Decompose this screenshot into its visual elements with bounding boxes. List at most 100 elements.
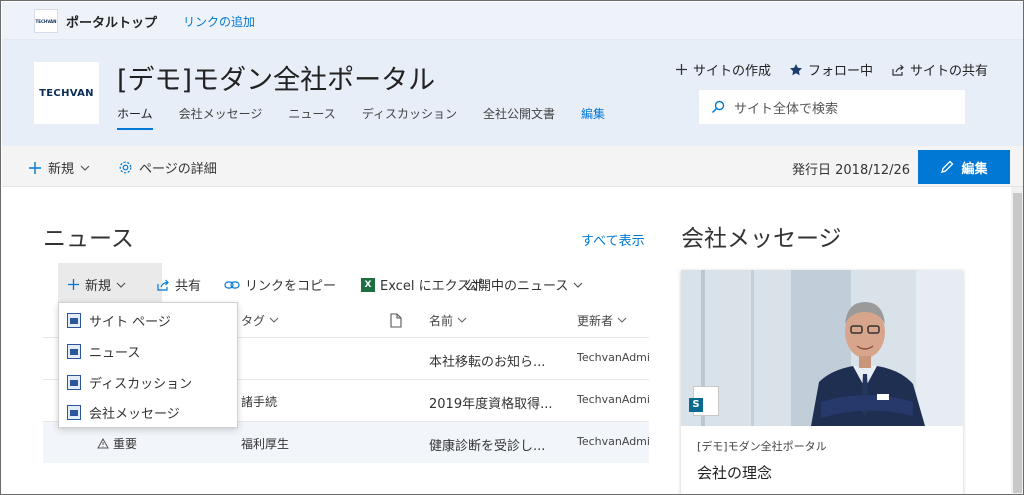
vertical-scrollbar[interactable] — [1011, 187, 1023, 494]
news-share-button[interactable]: 共有 — [156, 275, 201, 294]
menu-item-label: ニュース — [89, 345, 141, 361]
share-site-button[interactable]: サイトの共有 — [891, 60, 988, 79]
company-message-title: 会社メッセージ — [681, 226, 842, 252]
view-selector-label: 公開中のニュース — [465, 279, 569, 294]
published-date: 発行日 2018/12/26 — [792, 163, 911, 178]
pencil-icon — [940, 160, 954, 174]
nav-item-discussion[interactable]: ディスカッション — [362, 105, 457, 130]
menu-item-company-message[interactable]: 会社メッセージ — [67, 397, 180, 427]
see-all-link[interactable]: すべて表示 — [581, 230, 645, 249]
menu-item-label: ディスカッション — [89, 376, 193, 392]
search-icon — [711, 100, 725, 114]
follow-button[interactable]: フォロー中 — [789, 60, 873, 79]
nav-item-news[interactable]: ニュース — [288, 105, 335, 130]
create-site-button[interactable]: サイトの作成 — [675, 60, 771, 79]
site-header: TECHVAN [デモ]モダン全社ポータル ホーム 会社メッセージ ニュース デ… — [2, 40, 1023, 146]
row-updated-by[interactable]: TechvanAdmi — [577, 393, 650, 406]
link-icon — [224, 279, 240, 291]
site-navigation: ホーム 会社メッセージ ニュース ディスカッション 全社公開文書 編集 — [117, 105, 631, 130]
nav-edit-link[interactable]: 編集 — [581, 105, 605, 130]
chevron-down-icon — [269, 315, 279, 325]
company-message-card[interactable]: S [デモ]モダン全社ポータル 会社の理念 — [681, 270, 963, 494]
excel-icon: X — [361, 277, 375, 292]
sharepoint-logo-icon: S — [689, 398, 703, 412]
row-tag: 諸手続 — [241, 395, 278, 409]
portal-top-link[interactable]: ポータルトップ — [66, 12, 157, 31]
card-body: [デモ]モダン全社ポータル 会社の理念 — [697, 438, 827, 483]
share-site-label: サイトの共有 — [909, 64, 988, 79]
plus-icon — [67, 278, 80, 291]
edit-label: 編集 — [961, 161, 988, 177]
card-headline[interactable]: 会社の理念 — [697, 462, 827, 483]
menu-item-label: 会社メッセージ — [89, 406, 180, 422]
nav-item-home[interactable]: ホーム — [117, 105, 153, 130]
chevron-down-icon — [457, 315, 467, 325]
updated-by-column-label: 更新者 — [577, 313, 614, 328]
row-updated-by[interactable]: TechvanAdmi — [577, 435, 650, 448]
row-tag: 福利厚生 — [241, 437, 290, 451]
star-icon — [789, 63, 803, 77]
businessman-photo — [681, 270, 963, 426]
menu-item-site-page[interactable]: サイト ページ — [67, 305, 171, 335]
news-list-command-bar: 新規 共有 リンクをコピー X Excel にエクスポ 公開中のニュース — [43, 263, 649, 303]
page-details-label: ページの詳細 — [139, 162, 217, 177]
chevron-down-icon — [617, 315, 627, 325]
row-name-link[interactable]: 健康診断を受診し... — [429, 435, 545, 454]
edit-page-button[interactable]: 編集 — [918, 150, 1010, 184]
gear-icon — [118, 160, 133, 175]
row-name-link[interactable]: 2019年度資格取得... — [429, 393, 552, 412]
card-photo — [681, 270, 963, 426]
view-selector[interactable]: 公開中のニュース — [465, 275, 583, 294]
plus-icon — [28, 161, 42, 175]
card-site-name: [デモ]モダン全社ポータル — [697, 440, 827, 453]
row-flag-label: 重要 — [113, 437, 138, 451]
page-details-button[interactable]: ページの詳細 — [118, 158, 217, 177]
page-icon — [67, 343, 81, 359]
site-search-box[interactable]: サイト全体で検索 — [699, 90, 965, 124]
menu-item-discussion[interactable]: ディスカッション — [67, 367, 192, 397]
browser-frame: TECHVAN ポータルトップ リンクの追加 TECHVAN [デモ]モダン全社… — [0, 0, 1024, 495]
copy-link-button[interactable]: リンクをコピー — [224, 275, 336, 294]
scrollbar-thumb[interactable] — [1013, 193, 1022, 493]
follow-label: フォロー中 — [807, 64, 873, 79]
page-command-bar: 新規 ページの詳細 発行日 2018/12/26 編集 — [2, 146, 1023, 187]
new-label: 新規 — [48, 162, 75, 177]
news-new-button[interactable]: 新規 — [67, 275, 126, 294]
row-updated-by[interactable]: TechvanAdmi — [577, 351, 650, 364]
row-name-link[interactable]: 本社移転のお知ら... — [429, 351, 545, 370]
tag-column-label: タグ — [241, 313, 266, 328]
plus-icon — [675, 63, 688, 76]
add-link-button[interactable]: リンクの追加 — [183, 13, 255, 30]
document-icon — [390, 312, 402, 328]
copy-link-label: リンクをコピー — [245, 279, 337, 294]
nav-item-company-message[interactable]: 会社メッセージ — [179, 105, 263, 130]
row-flag: 重要 — [97, 435, 137, 452]
new-menu-button[interactable]: 新規 — [28, 158, 90, 177]
new-item-dropdown: サイト ページ ニュース ディスカッション 会社メッセージ — [58, 302, 238, 428]
news-new-label: 新規 — [85, 279, 112, 294]
suite-logo[interactable]: TECHVAN — [34, 9, 58, 33]
suite-bar: TECHVAN ポータルトップ リンクの追加 — [2, 2, 1023, 40]
share-icon — [156, 278, 170, 292]
name-column-label: 名前 — [429, 313, 454, 328]
chevron-down-icon — [573, 280, 583, 290]
page-icon — [67, 404, 81, 420]
site-logo-text: TECHVAN — [39, 87, 94, 99]
news-share-label: 共有 — [175, 279, 202, 294]
site-logo[interactable]: TECHVAN — [34, 62, 99, 124]
nav-item-public-documents[interactable]: 全社公開文書 — [483, 105, 555, 130]
page-icon — [67, 374, 81, 390]
create-site-label: サイトの作成 — [692, 64, 771, 79]
chevron-down-icon — [116, 280, 126, 290]
column-header-name[interactable]: 名前 — [429, 305, 467, 335]
column-header-file-type[interactable] — [390, 305, 402, 335]
column-header-updated-by[interactable]: 更新者 — [577, 305, 627, 335]
column-header-tag[interactable]: タグ — [241, 305, 279, 335]
warning-icon — [97, 438, 109, 449]
menu-item-news[interactable]: ニュース — [67, 336, 140, 366]
share-icon — [891, 63, 905, 77]
site-title[interactable]: [デモ]モダン全社ポータル — [117, 58, 435, 97]
news-section-title: ニュース — [43, 226, 134, 252]
suite-logo-text: TECHVAN — [35, 18, 57, 24]
menu-item-label: サイト ページ — [89, 314, 171, 330]
